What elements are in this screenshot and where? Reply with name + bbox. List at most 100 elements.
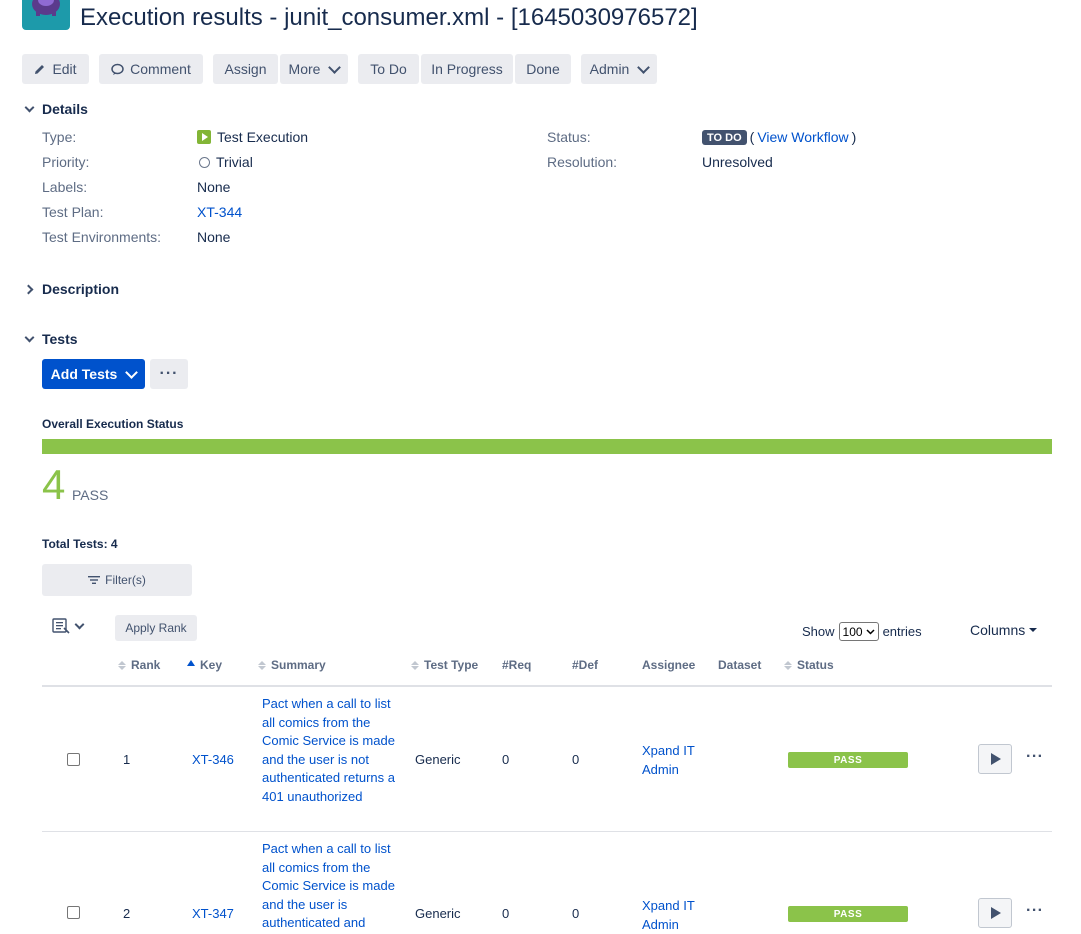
play-icon <box>991 753 1001 765</box>
row-test-type: Generic <box>415 906 461 921</box>
row-more-button[interactable]: ··· <box>1026 902 1043 920</box>
row-status-badge: PASS <box>788 752 908 768</box>
add-tests-button[interactable]: Add Tests <box>42 359 145 389</box>
row-summary-link[interactable]: Pact when a call to list all comics from… <box>262 695 397 806</box>
in-progress-button[interactable]: In Progress <box>421 54 513 84</box>
row-key-link[interactable]: XT-346 <box>192 752 234 767</box>
row-more-button[interactable]: ··· <box>1026 748 1043 766</box>
admin-button[interactable]: Admin <box>581 54 657 84</box>
column-header-rank-label: Rank <box>131 658 161 672</box>
comment-button[interactable]: Comment <box>99 54 203 84</box>
description-section-header[interactable]: Description <box>22 281 119 297</box>
columns-dropdown[interactable]: Columns <box>970 622 1038 638</box>
filters-button[interactable]: Filter(s) <box>42 564 192 596</box>
assign-button[interactable]: Assign <box>213 54 278 84</box>
sort-icon <box>411 660 419 670</box>
row-checkbox[interactable] <box>67 753 80 766</box>
column-header-status[interactable]: Status <box>784 658 834 672</box>
row-status-badge: PASS <box>788 906 908 922</box>
column-header-req[interactable]: #Req <box>502 658 531 672</box>
column-header-def[interactable]: #Def <box>572 658 598 672</box>
chevron-down-icon <box>637 60 651 74</box>
tests-section-header[interactable]: Tests <box>22 331 78 347</box>
column-header-status-label: Status <box>797 658 834 672</box>
resolution-value: Unresolved <box>702 154 773 170</box>
apply-rank-button[interactable]: Apply Rank <box>115 615 197 641</box>
filter-icon <box>88 576 101 584</box>
row-rank: 2 <box>123 906 131 921</box>
workflow-open-paren: ( <box>749 129 755 145</box>
view-workflow-link[interactable]: View Workflow <box>757 129 848 145</box>
pass-label: PASS <box>72 487 109 503</box>
edit-button[interactable]: Edit <box>22 54 89 84</box>
sort-icon <box>784 660 792 670</box>
row-req-count: 0 <box>502 752 510 767</box>
type-label: Type: <box>42 129 77 145</box>
description-title: Description <box>42 281 120 297</box>
show-label: Show <box>802 624 835 639</box>
chevron-down-icon <box>125 365 139 379</box>
test-plan-label: Test Plan: <box>42 204 104 220</box>
priority-value: Trivial <box>199 154 253 170</box>
done-button[interactable]: Done <box>515 54 571 84</box>
row-checkbox[interactable] <box>67 906 80 919</box>
to-do-button[interactable]: To Do <box>358 54 419 84</box>
project-avatar[interactable] <box>22 0 70 30</box>
labels-value: None <box>197 179 231 195</box>
column-header-summary-label: Summary <box>271 658 326 672</box>
total-tests: Total Tests: 4 <box>42 537 118 551</box>
collapse-icon <box>22 102 36 116</box>
chevron-down-icon <box>328 60 342 74</box>
expand-icon <box>22 282 36 296</box>
details-section-header[interactable]: Details <box>22 101 88 117</box>
entries-control: Show 100 entries <box>802 622 922 641</box>
row-execute-button[interactable] <box>978 898 1012 928</box>
test-execution-icon <box>197 130 211 144</box>
workflow-close-paren: ) <box>851 129 857 145</box>
column-header-assignee[interactable]: Assignee <box>642 658 695 672</box>
test-environments-label: Test Environments: <box>42 229 162 245</box>
column-header-summary[interactable]: Summary <box>258 658 326 672</box>
more-button[interactable]: More <box>280 54 348 84</box>
comment-label: Comment <box>130 61 191 77</box>
columns-label: Columns <box>970 622 1026 638</box>
type-value: Test Execution <box>197 129 308 145</box>
row-test-type: Generic <box>415 752 461 767</box>
play-icon <box>991 907 1001 919</box>
test-plan-link[interactable]: XT-344 <box>197 204 242 220</box>
row-rank: 1 <box>123 752 131 767</box>
column-header-dataset[interactable]: Dataset <box>718 658 761 672</box>
row-execute-button[interactable] <box>978 744 1012 774</box>
pass-count: 4 <box>42 461 66 508</box>
row-key-link[interactable]: XT-347 <box>192 906 234 921</box>
status-label: Status: <box>547 129 591 145</box>
row-req-count: 0 <box>502 906 510 921</box>
rank-mode-dropdown[interactable] <box>52 618 85 634</box>
entries-select-value: 100 <box>842 624 863 639</box>
filters-label: Filter(s) <box>105 573 146 587</box>
row-summary-link[interactable]: Pact when a call to list all comics from… <box>262 840 397 933</box>
more-dots-icon: ··· <box>159 365 179 382</box>
trivial-priority-icon <box>199 156 210 168</box>
tests-more-button[interactable]: ··· <box>150 359 188 389</box>
row-assignee-link[interactable]: Xpand IT Admin <box>642 896 712 934</box>
pencil-icon <box>35 65 45 74</box>
edit-label: Edit <box>52 61 77 77</box>
row-assignee-link[interactable]: Xpand IT Admin <box>642 741 712 779</box>
resolution-label: Resolution: <box>547 154 618 170</box>
entries-select[interactable]: 100 <box>838 622 879 641</box>
column-header-rank[interactable]: Rank <box>118 658 160 672</box>
collapse-icon <box>22 332 36 346</box>
labels-label: Labels: <box>42 179 88 195</box>
more-label: More <box>288 61 321 77</box>
execution-progress-fill <box>42 439 1052 454</box>
chevron-down-icon <box>866 628 875 635</box>
column-header-test-type-label: Test Type <box>424 658 479 672</box>
status-badge: TO DO <box>702 129 747 145</box>
row-def-count: 0 <box>572 906 580 921</box>
entries-label: entries <box>882 624 922 639</box>
row-divider <box>42 831 1052 832</box>
priority-value-text: Trivial <box>216 154 253 170</box>
column-header-test-type[interactable]: Test Type <box>411 658 478 672</box>
column-header-key[interactable]: Key <box>187 658 222 672</box>
